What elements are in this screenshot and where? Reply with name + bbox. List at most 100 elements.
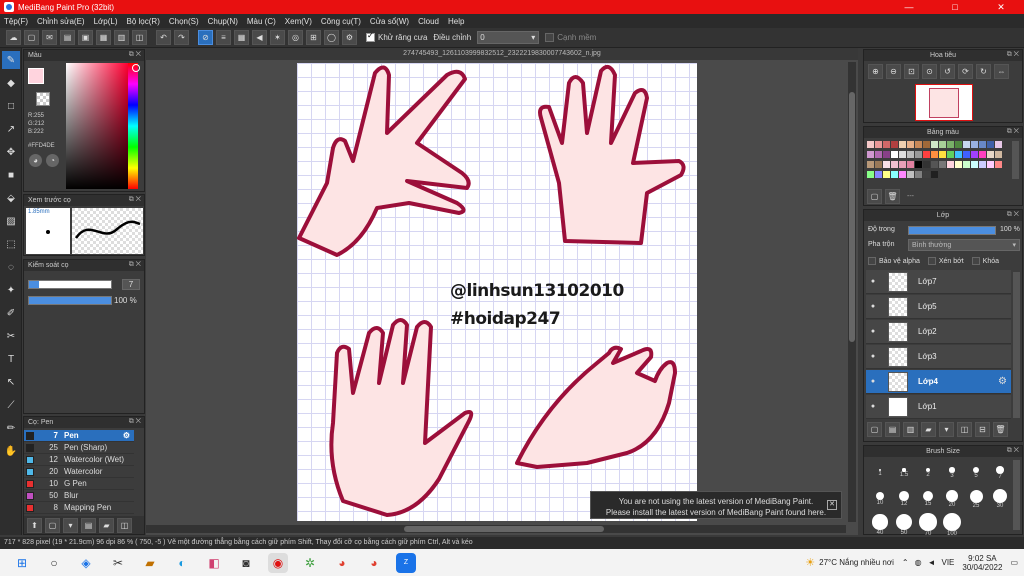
cloud-icon[interactable]: ☁ xyxy=(6,30,21,45)
brush-delete-icon[interactable]: ◫ xyxy=(117,517,132,533)
rotate-left-icon[interactable]: ↺ xyxy=(940,64,955,79)
palette-delete-icon[interactable]: 🗑 xyxy=(885,189,900,204)
maximize-button[interactable]: □ xyxy=(932,0,978,14)
chrome-icon[interactable]: ◕ xyxy=(332,553,352,573)
palette-swatches[interactable] xyxy=(867,141,1007,181)
layer-visibility-icon[interactable]: ● xyxy=(866,278,880,285)
palette-swatch[interactable] xyxy=(923,161,930,168)
brush-tool-icon[interactable]: ↗ xyxy=(2,120,20,138)
palette-swatch[interactable] xyxy=(875,161,882,168)
layer-visibility-icon[interactable]: ● xyxy=(866,353,880,360)
palette-swatch[interactable] xyxy=(907,161,914,168)
menu-item[interactable]: Bộ lọc(R) xyxy=(127,17,160,26)
magic-wand-icon[interactable]: ✦ xyxy=(2,281,20,299)
undo-icon[interactable]: ↶ xyxy=(156,30,171,45)
palette-swatch[interactable] xyxy=(987,141,994,148)
palette-swatch[interactable] xyxy=(867,161,874,168)
volume-icon[interactable]: ◄ xyxy=(928,558,936,567)
palette-swatch[interactable] xyxy=(939,161,946,168)
foreground-color-swatch[interactable] xyxy=(28,68,44,84)
palette-swatch[interactable] xyxy=(955,141,962,148)
palette-swatch[interactable] xyxy=(891,171,898,178)
navigator-thumbnail[interactable] xyxy=(915,84,973,121)
adjust-select[interactable]: 0 ▾ xyxy=(477,31,540,44)
panel-close-icon[interactable]: ⧉ ✕ xyxy=(1007,51,1019,59)
palette-swatch[interactable] xyxy=(987,151,994,158)
snap-curve-icon[interactable]: ⊞ xyxy=(306,30,321,45)
palette-swatch[interactable] xyxy=(947,161,954,168)
brush-list-item[interactable]: 12 Watercolor (Wet) xyxy=(24,454,134,466)
snap-circle-icon[interactable]: ◎ xyxy=(288,30,303,45)
palette-swatch[interactable] xyxy=(955,161,962,168)
palette-swatch[interactable] xyxy=(979,161,986,168)
brush-size-cell[interactable]: 2 xyxy=(916,458,940,482)
duplicate-layer-icon[interactable]: ◫ xyxy=(957,422,972,437)
canvas-horizontal-scrollbar[interactable] xyxy=(146,525,846,533)
layer-row[interactable]: ● Lớp3 xyxy=(866,345,1011,369)
panel-close-icon[interactable]: ⧉ ✕ xyxy=(129,196,141,204)
layer-visibility-icon[interactable]: ● xyxy=(866,403,880,410)
bucket-tool-icon[interactable]: ⬙ xyxy=(2,189,20,207)
brush-size-cell[interactable]: 3 xyxy=(940,458,964,482)
palette-swatch[interactable] xyxy=(995,161,1002,168)
notice-close-button[interactable]: ✕ xyxy=(827,500,837,510)
merge-layer-icon[interactable]: ⊟ xyxy=(975,422,990,437)
menu-item[interactable]: Tệp(F) xyxy=(4,17,28,26)
new-halftone-layer-icon[interactable]: ▥ xyxy=(903,422,918,437)
menu-item[interactable]: Xem(V) xyxy=(285,17,312,26)
brush-list-item[interactable]: 10 G Pen xyxy=(24,478,134,490)
lock-checkbox[interactable] xyxy=(971,257,980,265)
update-notice[interactable]: You are not using the latest version of … xyxy=(590,491,842,519)
palette-swatch[interactable] xyxy=(907,171,914,178)
brush-size-cell[interactable]: 5 xyxy=(964,458,988,482)
palette-swatch[interactable] xyxy=(995,141,1002,148)
brush-size-cell[interactable]: 70 xyxy=(916,510,940,537)
palette-swatch[interactable] xyxy=(971,151,978,158)
protect-alpha-checkbox[interactable] xyxy=(868,257,876,265)
brush-size-cell[interactable]: 25 xyxy=(964,484,988,509)
brush-size-cell[interactable]: 40 xyxy=(868,510,892,536)
palette-swatch[interactable] xyxy=(963,141,970,148)
panel-close-icon[interactable]: ⧉ ✕ xyxy=(1007,211,1019,219)
palette-swatch[interactable] xyxy=(931,161,938,168)
snap-radial-icon[interactable]: ✶ xyxy=(270,30,285,45)
palette-swatch[interactable] xyxy=(899,151,906,158)
menu-item[interactable]: Chụp(N) xyxy=(208,17,238,26)
rotate-reset-icon[interactable]: ⟳ xyxy=(958,64,973,79)
tray-chevron-icon[interactable]: ⌃ xyxy=(902,558,909,567)
search-icon[interactable]: ○ xyxy=(44,553,64,573)
select-pen-icon[interactable]: ✐ xyxy=(2,304,20,322)
input-language[interactable]: VIE xyxy=(941,558,954,567)
new-layer-icon[interactable]: ▢ xyxy=(867,422,882,437)
palette-swatch[interactable] xyxy=(915,161,922,168)
layer-row[interactable]: ● Lớp4 ⚙ xyxy=(866,370,1011,394)
palette-swatch[interactable] xyxy=(971,161,978,168)
palette-swatch[interactable] xyxy=(891,141,898,148)
layer-row[interactable]: ● Lớp7 xyxy=(866,270,1011,294)
palette-swatch[interactable] xyxy=(939,151,946,158)
shape-tool-icon[interactable]: ■ xyxy=(2,166,20,184)
color-wheel-icon[interactable]: ◕ xyxy=(29,154,42,167)
drawing-canvas[interactable]: @linhsun13102010 #hoidap247 xyxy=(297,63,697,521)
brush-size-cell[interactable]: 50 xyxy=(892,510,916,536)
clip-checkbox[interactable] xyxy=(927,257,936,265)
palette-swatch[interactable] xyxy=(955,151,962,158)
palette-scrollbar[interactable] xyxy=(1012,141,1019,179)
panel-close-icon[interactable]: ⧉ ✕ xyxy=(129,418,141,426)
menu-item[interactable]: Lớp(L) xyxy=(94,17,118,26)
grid-icon[interactable]: ▦ xyxy=(96,30,111,45)
zoom-out-icon[interactable]: ⊖ xyxy=(886,64,901,79)
snap-off-icon[interactable]: ⊘ xyxy=(198,30,213,45)
palette-swatch[interactable] xyxy=(979,151,986,158)
menu-item[interactable]: Cloud xyxy=(418,17,439,26)
layer-row[interactable]: ● Lớp5 xyxy=(866,295,1011,319)
palette-swatch[interactable] xyxy=(939,141,946,148)
palette-swatch[interactable] xyxy=(875,171,882,178)
palette-swatch[interactable] xyxy=(867,141,874,148)
export-icon[interactable]: ▥ xyxy=(114,30,129,45)
file-explorer-icon[interactable]: ▰ xyxy=(140,553,160,573)
brush-size-cell[interactable]: 10 xyxy=(868,484,892,508)
brush-size-cell[interactable]: 7 xyxy=(988,458,1012,482)
fit-icon[interactable]: ⊡ xyxy=(904,64,919,79)
eraser-tool-icon[interactable]: ◆ xyxy=(2,74,20,92)
